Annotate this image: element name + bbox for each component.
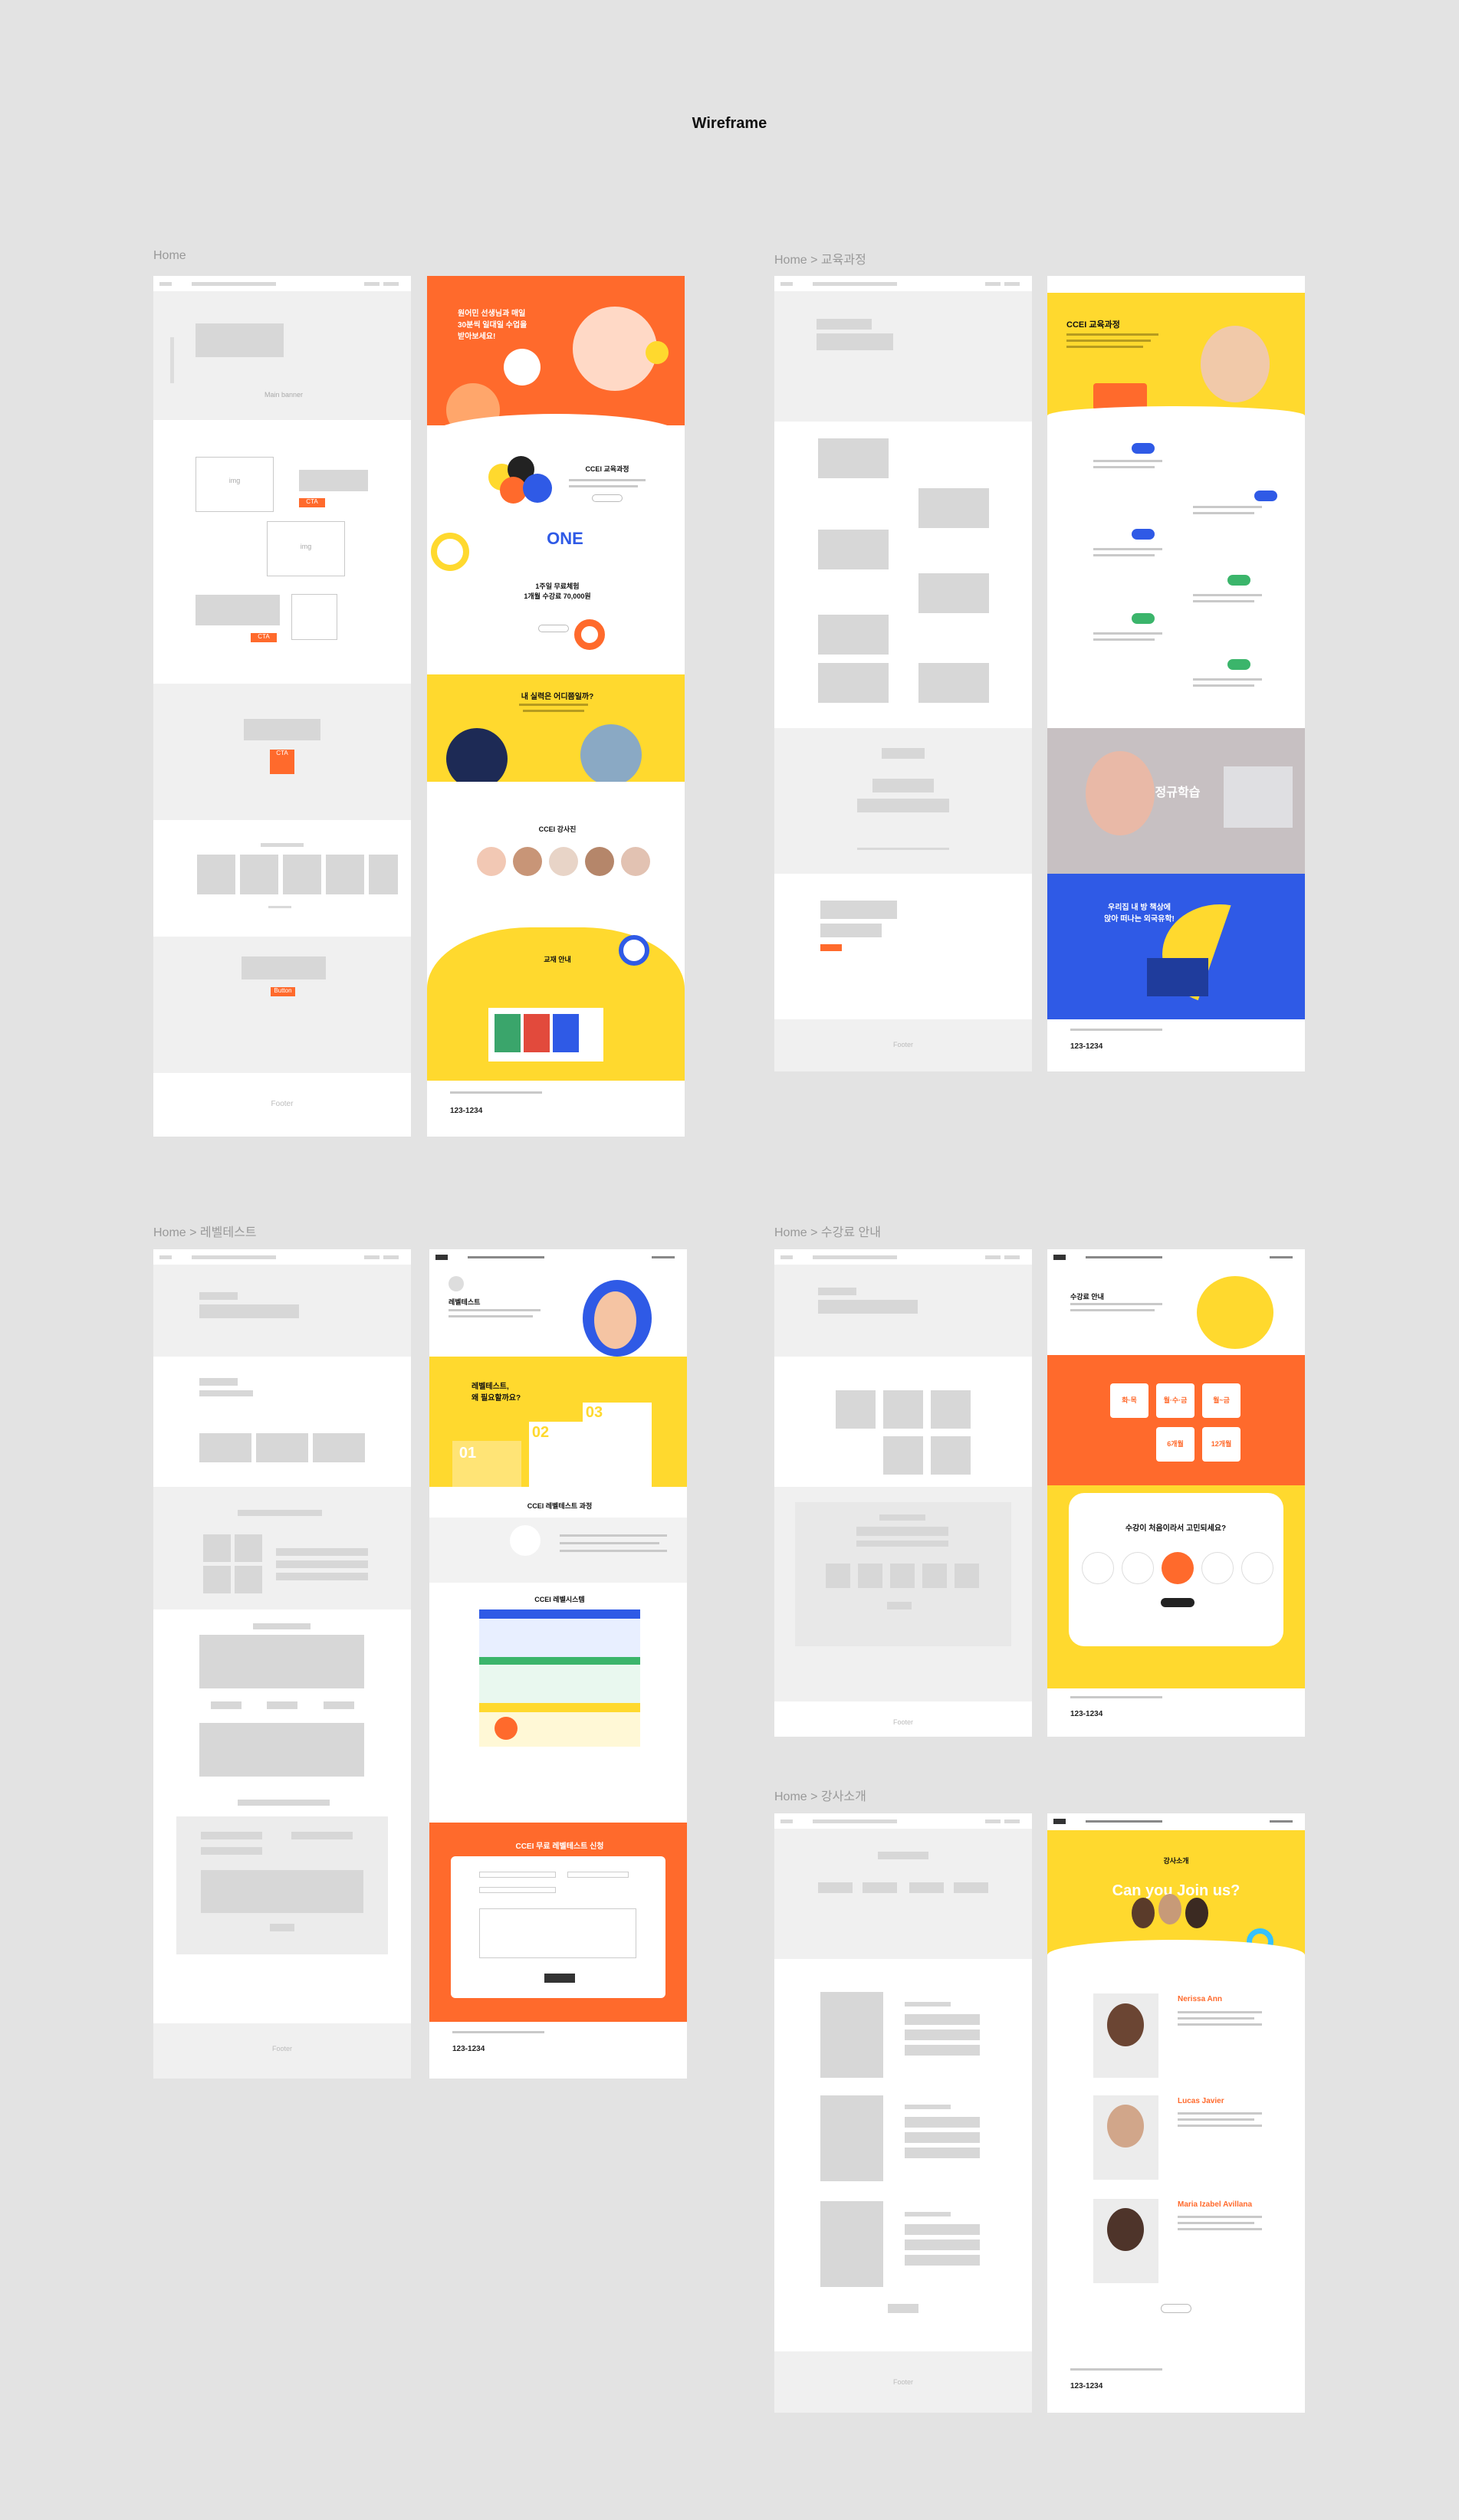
main-banner-label: Main banner bbox=[264, 391, 304, 399]
tier-2[interactable]: 월·수·금 bbox=[1156, 1395, 1194, 1405]
section-label-tuition: Home > 수강료 안내 bbox=[774, 1226, 881, 1239]
section-label-home: Home bbox=[153, 249, 186, 262]
teachers-design: 강사소개 Can you Join us? Nerissa Ann Lucas … bbox=[1047, 1813, 1305, 2413]
cta-button-3[interactable]: CTA bbox=[270, 750, 294, 774]
course-title: CCEI 교육과정 bbox=[1066, 320, 1120, 330]
cta-button-1[interactable]: CTA bbox=[299, 498, 325, 507]
course-design: CCEI 교육과정 정규학습 우리집 내 방 책상에 앉아 떠나는 외국유학! … bbox=[1047, 276, 1305, 1071]
level-design: 레벨테스트 레벨테스트, 왜 필요할까요? 01 02 03 CCEI 레벨테스… bbox=[429, 1249, 687, 2079]
home-hero-text: 원어민 선생님과 매일 30분씩 일대일 수업을 받아보세요! bbox=[458, 310, 527, 341]
course-footer-label: Footer bbox=[892, 1041, 913, 1048]
section-label-course: Home > 교육과정 bbox=[774, 254, 866, 267]
home-trial-text: 1주일 무료체험 1개월 수강료 70,000원 bbox=[524, 582, 591, 600]
home-book-title: 교재 안내 bbox=[544, 956, 571, 963]
home-course-title: CCEI 교육과정 bbox=[585, 465, 629, 473]
course-wireframe: Footer bbox=[774, 276, 1032, 1071]
teachers-label: 강사소개 bbox=[1163, 1857, 1189, 1865]
section-label-level: Home > 레벨테스트 bbox=[153, 1226, 257, 1239]
course-tel: 123-1234 bbox=[1070, 1042, 1103, 1051]
teachers-footer-label: Footer bbox=[892, 2378, 913, 2386]
tuition-tel: 123-1234 bbox=[1070, 1710, 1103, 1718]
level-step-2: 02 bbox=[531, 1424, 550, 1441]
tuition-design: 수강료 안내 화·목 월·수·금 월~금 6개월 12개월 수강이 처음이라서 … bbox=[1047, 1249, 1305, 1737]
section-label-teachers: Home > 강사소개 bbox=[774, 1790, 866, 1803]
cta-button-2[interactable]: CTA bbox=[251, 633, 277, 642]
page-title: Wireframe bbox=[692, 115, 767, 132]
home-tel: 123-1234 bbox=[450, 1107, 483, 1115]
level-step-3: 03 bbox=[585, 1404, 603, 1421]
tuition-question: 수강이 처음이라서 고민되세요? bbox=[1125, 1524, 1227, 1533]
wire-button[interactable]: Button bbox=[271, 987, 295, 996]
img-label-2: img bbox=[300, 543, 312, 550]
teacher-name-3: Maria Izabel Avillana bbox=[1178, 2200, 1253, 2209]
level-system: CCEI 레벨시스템 bbox=[534, 1596, 585, 1603]
tier-1[interactable]: 화·목 bbox=[1110, 1395, 1148, 1405]
level-footer-label: Footer bbox=[271, 2045, 292, 2052]
tier-3[interactable]: 월~금 bbox=[1202, 1395, 1240, 1405]
level-process: CCEI 레벨테스트 과정 bbox=[527, 1502, 593, 1510]
tuition-wireframe: Footer bbox=[774, 1249, 1032, 1737]
footer-label: Footer bbox=[271, 1100, 294, 1108]
home-design: 원어민 선생님과 매일 30분씩 일대일 수업을 받아보세요! CCEI 교육과… bbox=[427, 276, 685, 1137]
home-wireframe: Main banner img CTA img CTA CTA Button F… bbox=[153, 276, 411, 1137]
level-step-1: 01 bbox=[458, 1445, 477, 1462]
teacher-name-2: Lucas Javier bbox=[1178, 2097, 1224, 2105]
home-one-text: ONE bbox=[547, 529, 583, 548]
home-level-question: 내 실력은 어디쯤일까? bbox=[521, 693, 594, 701]
tier-4[interactable]: 6개월 bbox=[1156, 1439, 1194, 1449]
level-tel: 123-1234 bbox=[452, 2045, 485, 2053]
level-wireframe: Footer bbox=[153, 1249, 411, 2079]
teacher-name-1: Nerissa Ann bbox=[1178, 1995, 1222, 2003]
level-why: 레벨테스트, 왜 필요할까요? bbox=[472, 1383, 521, 1403]
img-label: img bbox=[228, 477, 241, 484]
level-apply-title: CCEI 무료 레벨테스트 신청 bbox=[515, 1842, 604, 1851]
teachers-wireframe: Footer bbox=[774, 1813, 1032, 2413]
tier-5[interactable]: 12개월 bbox=[1202, 1439, 1240, 1449]
tuition-title: 수강료 안내 bbox=[1070, 1293, 1104, 1301]
level-title: 레벨테스트 bbox=[449, 1298, 481, 1306]
teachers-tel: 123-1234 bbox=[1070, 2382, 1103, 2390]
tuition-footer-label: Footer bbox=[892, 1718, 913, 1726]
home-teachers-title: CCEI 강사진 bbox=[538, 825, 577, 833]
course-promo: 우리집 내 방 책상에 앉아 떠나는 외국유학! bbox=[1104, 904, 1175, 924]
course-regular: 정규학습 bbox=[1155, 786, 1201, 799]
